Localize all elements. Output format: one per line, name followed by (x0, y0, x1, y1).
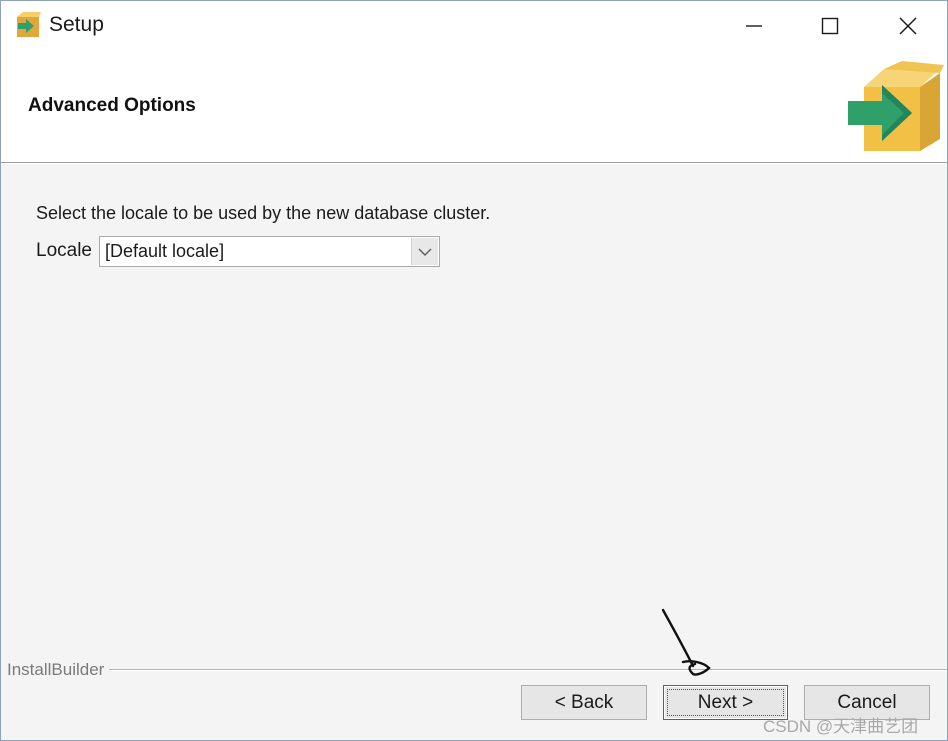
brand-label: InstallBuilder (7, 660, 109, 680)
close-button[interactable] (869, 1, 947, 51)
window-title: Setup (49, 13, 104, 36)
header-banner: Advanced Options (1, 51, 947, 162)
watermark-text: CSDN @天津曲艺团 (763, 717, 919, 736)
page-title: Advanced Options (28, 95, 196, 116)
box-arrow-logo (848, 61, 944, 151)
locale-dropdown[interactable]: [Default locale] (99, 236, 440, 267)
setup-window: Setup Advanced Options Select the locale… (0, 0, 948, 741)
locale-selected-value: [Default locale] (105, 241, 225, 261)
footer-divider (109, 669, 947, 671)
instruction-text: Select the locale to be used by the new … (36, 203, 491, 223)
chevron-down-icon (418, 248, 432, 256)
annotation-arrow (661, 608, 711, 676)
title-bar: Setup (1, 1, 947, 51)
close-icon (899, 17, 917, 35)
minimize-button[interactable] (715, 1, 793, 51)
content-area: Select the locale to be used by the new … (1, 164, 947, 740)
locale-dropdown-button[interactable] (411, 238, 438, 265)
maximize-button[interactable] (791, 1, 869, 51)
minimize-icon (746, 25, 762, 27)
setup-box-arrow-icon (17, 12, 41, 37)
locale-label: Locale (36, 240, 92, 261)
back-button[interactable]: < Back (521, 685, 647, 720)
maximize-icon (821, 17, 839, 35)
